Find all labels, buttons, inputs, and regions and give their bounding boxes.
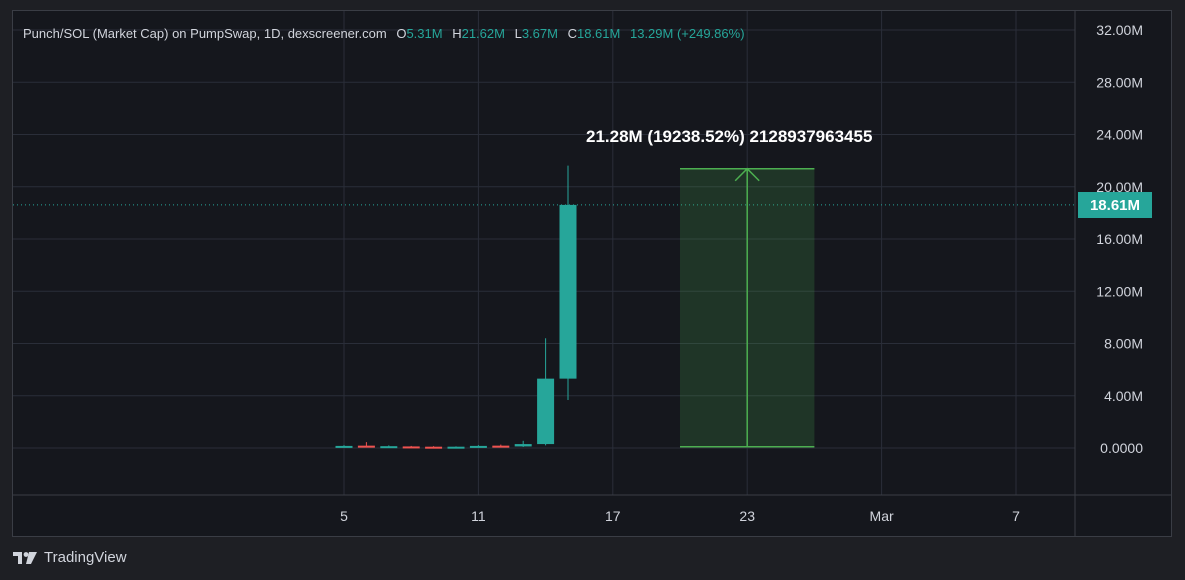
y-tick-label: 4.00M	[1104, 388, 1143, 404]
chart-frame[interactable]: 32.00M 28.00M 24.00M 20.00M 16.00M 12.00M 8.00…	[12, 10, 1172, 537]
x-tick-label: 11	[471, 508, 486, 524]
low-value: 3.67M	[521, 26, 558, 41]
high-label: H	[452, 26, 462, 41]
open-value: 5.31M	[406, 26, 443, 41]
y-tick-label: 16.00M	[1096, 231, 1143, 247]
candle-body[interactable]	[425, 446, 443, 449]
y-tick-label: 8.00M	[1104, 336, 1143, 352]
last-price-tag: 18.61M	[1078, 192, 1152, 218]
tradingview-logo-icon	[13, 551, 37, 564]
y-tick-label: 24.00M	[1096, 127, 1143, 143]
measure-annotation: 21.28M (19238.52%) 2128937963455	[586, 127, 873, 146]
candle-body[interactable]	[402, 446, 420, 449]
candle-body[interactable]	[492, 445, 510, 448]
candle-body[interactable]	[514, 444, 532, 447]
y-tick-label: 32.00M	[1096, 22, 1143, 38]
low-label: L	[514, 26, 522, 41]
symbol-title: Punch/SOL (Market Cap) on PumpSwap, 1D, …	[23, 26, 387, 41]
candle-body[interactable]	[335, 445, 353, 448]
open-label: O	[396, 26, 407, 41]
x-tick-label: 23	[739, 508, 755, 524]
high-value: 21.62M	[461, 26, 505, 41]
tradingview-branding[interactable]: TradingView	[12, 549, 127, 566]
close-value: 18.61M	[576, 26, 621, 41]
x-tick-label: 5	[340, 508, 348, 524]
x-tick-label: 7	[1012, 508, 1020, 524]
close-label: C	[567, 26, 577, 41]
candle-body[interactable]	[559, 204, 577, 379]
symbol-legend: Punch/SOL (Market Cap) on PumpSwap, 1D, …	[23, 26, 745, 41]
x-tick-label: 17	[605, 508, 621, 524]
y-tick-label: 28.00M	[1096, 74, 1143, 90]
y-tick-label: 0.0000	[1100, 440, 1143, 456]
candle-body[interactable]	[537, 378, 555, 445]
candle-body[interactable]	[357, 445, 375, 448]
change-value: 13.29M (+249.86%)	[629, 26, 745, 41]
y-tick-label: 12.00M	[1096, 283, 1143, 299]
candle-body[interactable]	[469, 445, 487, 448]
candle-body[interactable]	[380, 446, 398, 449]
x-tick-label: Mar	[870, 508, 894, 524]
branding-label: TradingView	[44, 549, 127, 566]
candle-body[interactable]	[447, 446, 465, 449]
chart-canvas[interactable]: 32.00M28.00M24.00M20.00M16.00M12.00M8.00…	[13, 11, 1171, 536]
